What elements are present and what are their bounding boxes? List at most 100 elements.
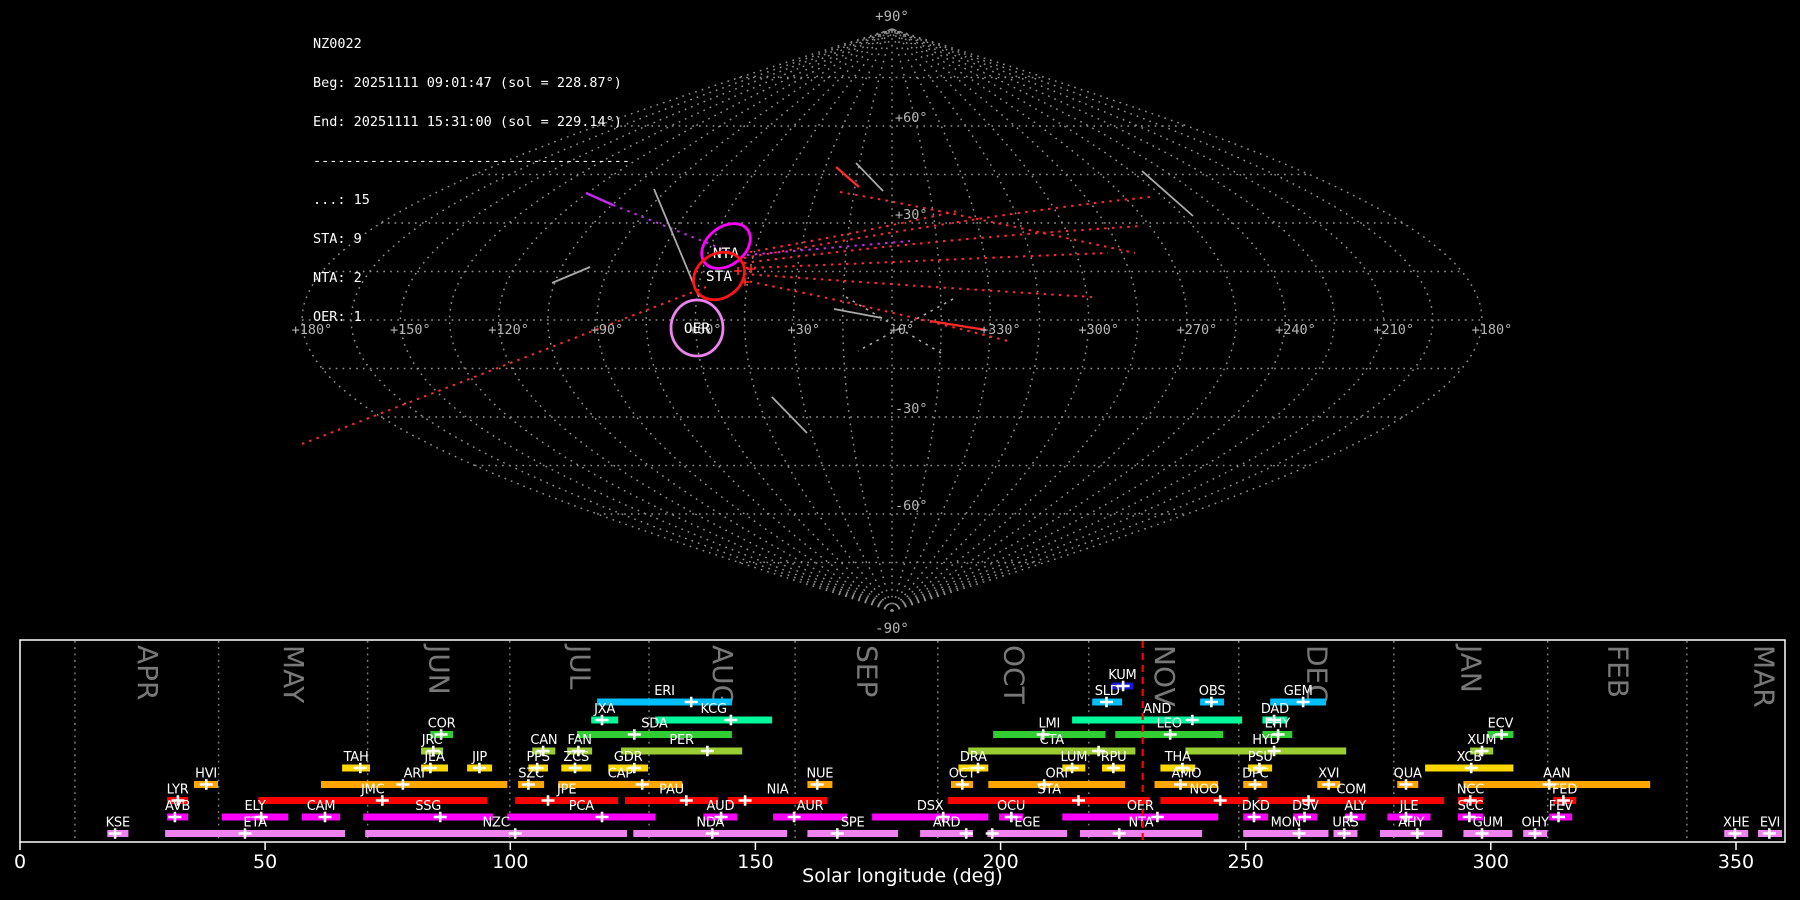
shower-label-aud: AUD [706, 799, 734, 814]
shower-label-ohy: OHY [1522, 816, 1550, 831]
shower-label-amo: AMO [1172, 767, 1202, 782]
meteor-trail [835, 166, 860, 188]
shower-label-ncc: NCC [1457, 783, 1484, 798]
shower-bar-sda [577, 731, 732, 738]
shower-label-jrc: JRC [421, 733, 443, 748]
shower-bar-dsx [872, 813, 989, 821]
shower-bar-ssg [363, 813, 494, 821]
shower-label-ari: ARI [404, 767, 425, 782]
peak-marker-nzc [508, 828, 522, 839]
shower-label-kse: KSE [106, 816, 130, 831]
latitude-label: -30° [895, 401, 928, 417]
month-label: OCT [997, 645, 1030, 705]
south-pole-label: -90° [875, 621, 909, 637]
shower-bar-nzc [365, 830, 627, 837]
month-label: NOV [1148, 645, 1181, 707]
shower-label-fan: FAN [568, 733, 592, 748]
x-tick-label: 350 [1718, 851, 1754, 873]
shower-label-nue: NUE [806, 767, 833, 782]
shower-label-and: AND [1143, 702, 1171, 717]
shower-label-pps: PPS [527, 750, 550, 765]
longitude-label: +270° [1177, 322, 1218, 338]
longitude-label: +30° [787, 322, 820, 338]
shower-bar-aur [773, 813, 848, 821]
shower-label-psu: PSU [1248, 750, 1273, 765]
x-axis-title: Solar longitude (deg) [802, 865, 1003, 887]
meteor-trail [929, 319, 987, 332]
shower-label-leo: LEO [1157, 717, 1182, 732]
shower-bar-ege [987, 830, 1068, 837]
shower-label-kcg: KCG [701, 702, 727, 717]
shower-bar-eta [165, 830, 345, 837]
shower-label-jip: JIP [471, 750, 487, 765]
shower-label-aan: AAN [1543, 767, 1570, 782]
radiant-cross-mark [734, 267, 742, 275]
shower-label-gem: GEM [1284, 684, 1313, 699]
longitude-label: +330° [980, 322, 1021, 338]
longitude-label: +180° [1472, 322, 1513, 338]
shower-label-eta: ETA [243, 816, 267, 831]
shower-label-mon: MON [1271, 816, 1302, 831]
shower-label-dpc: DPC [1242, 767, 1268, 782]
shower-label-urs: URS [1332, 816, 1358, 831]
shower-label-dsx: DSX [917, 799, 944, 814]
shower-label-aly: ALY [1344, 799, 1366, 814]
divider-line: --------------------------------------- [313, 153, 630, 169]
shower-label-dad: DAD [1261, 702, 1289, 717]
station-id: NZ0022 [313, 36, 362, 52]
shower-label-cor: COR [428, 717, 456, 732]
shower-label-lmi: LMI [1038, 717, 1060, 732]
shower-label-sld: SLD [1095, 684, 1120, 699]
month-label: APR [131, 645, 164, 701]
longitude-label: +210° [1373, 322, 1414, 338]
meteor-trail [743, 225, 1143, 264]
radiant-label-oer: OER [684, 321, 710, 337]
shower-label-hvi: HVI [195, 767, 217, 782]
shower-label-jea: JEA [423, 750, 445, 765]
peak-marker-sda [627, 729, 641, 740]
month-label: SEP [851, 645, 884, 697]
month-label: JUL [563, 643, 596, 690]
peak-marker-eri [684, 696, 698, 708]
shower-bar-jpe [515, 797, 619, 804]
shower-label-dkd: DKD [1242, 799, 1270, 814]
shower-bar-pca [507, 813, 656, 821]
meteor-trail [741, 279, 1013, 343]
shower-label-oct: OCT [949, 767, 976, 782]
shower-label-ahy: AHY [1398, 816, 1424, 831]
shower-bar-pau [625, 797, 719, 804]
meteor-trail [855, 162, 884, 192]
latitude-label: +30° [895, 207, 928, 223]
shower-label-nzc: NZC [483, 816, 510, 831]
meteor-trail [745, 252, 1109, 269]
shower-bar-noo [1160, 797, 1249, 804]
begin-time: Beg: 20251111 09:01:47 (sol = 228.87°) [313, 75, 622, 91]
month-label: JUN [423, 643, 456, 695]
shower-label-jpe: JPE [556, 783, 576, 798]
peak-marker-ard [959, 828, 973, 839]
shower-label-jmc: JMC [360, 783, 385, 798]
shower-label-ehy: EHY [1265, 717, 1291, 732]
north-pole-label: +90° [875, 9, 909, 25]
shower-label-ege: EGE [1014, 816, 1040, 831]
shower-label-ard: ARD [933, 816, 961, 831]
month-label: FEB [1601, 645, 1634, 698]
shower-label-dsv: DSV [1292, 799, 1319, 814]
x-tick-label: 50 [253, 851, 277, 873]
shower-label-szc: SZC [518, 767, 544, 782]
shower-label-per: PER [669, 733, 694, 748]
shower-label-avb: AVB [165, 799, 190, 814]
shower-label-lyr: LYR [167, 783, 189, 798]
end-time: End: 20251111 15:31:00 (sol = 229.14°) [313, 114, 622, 130]
shower-label-rpu: RPU [1101, 750, 1127, 765]
count-unassigned: ...: 15 [313, 192, 370, 208]
shower-label-xhe: XHE [1723, 816, 1749, 831]
peak-marker-nta [1112, 828, 1126, 839]
shower-label-oer: OER [1127, 799, 1154, 814]
shower-label-zcs: ZCS [563, 750, 589, 765]
shower-label-gdr: GDR [614, 750, 643, 765]
shower-bar-sta [948, 797, 1151, 804]
shower-label-fed: FED [1552, 783, 1577, 798]
map-meridian [792, 28, 893, 612]
shower-label-ecv: ECV [1488, 717, 1514, 732]
